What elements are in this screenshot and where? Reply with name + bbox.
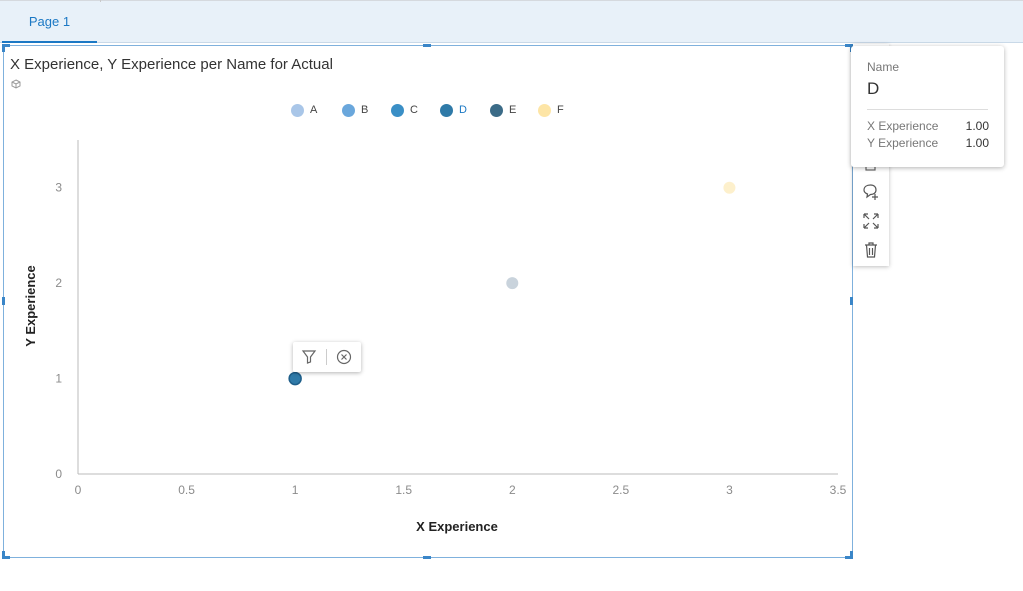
y-tick-label: 0 [55, 467, 62, 481]
tooltip-name-label: Name [867, 60, 900, 74]
point-context-menu [293, 342, 361, 372]
filter-icon[interactable] [301, 349, 317, 365]
y-tick-label: 3 [55, 181, 62, 195]
x-tick-label: 0.5 [178, 483, 195, 497]
tooltip-row-label: X Experience [867, 119, 939, 133]
tooltip-divider [867, 109, 988, 110]
x-tick-label: 1 [292, 483, 299, 497]
x-axis-title: X Experience [416, 519, 498, 534]
x-tick-label: 3 [726, 483, 733, 497]
tooltip-name-value: D [867, 79, 880, 98]
exclude-icon[interactable] [336, 349, 352, 365]
data-point[interactable] [723, 181, 736, 194]
data-point-tooltip: Name D X Experience 1.00 Y Experience 1.… [851, 46, 1004, 167]
trash-icon[interactable] [862, 241, 880, 259]
tooltip-row-label: Y Experience [867, 136, 939, 150]
comment-add-icon[interactable] [862, 183, 880, 201]
x-tick-label: 1.5 [395, 483, 412, 497]
menu-divider [326, 349, 327, 365]
tooltip-row-value: 1.00 [965, 119, 989, 133]
x-tick-label: 2.5 [613, 483, 630, 497]
expand-icon[interactable] [862, 212, 880, 230]
y-axis-title: Y Experience [23, 265, 38, 346]
tooltip-row-y: Y Experience 1.00 [867, 136, 989, 150]
y-tick-label: 1 [55, 372, 62, 386]
data-point[interactable] [288, 371, 302, 386]
tooltip-row-x: X Experience 1.00 [867, 119, 989, 133]
y-tick-label: 2 [55, 276, 62, 290]
data-point[interactable] [506, 277, 519, 290]
x-tick-label: 0 [75, 483, 82, 497]
tooltip-row-value: 1.00 [965, 136, 989, 150]
x-tick-label: 2 [509, 483, 516, 497]
x-tick-label: 3.5 [830, 483, 847, 497]
